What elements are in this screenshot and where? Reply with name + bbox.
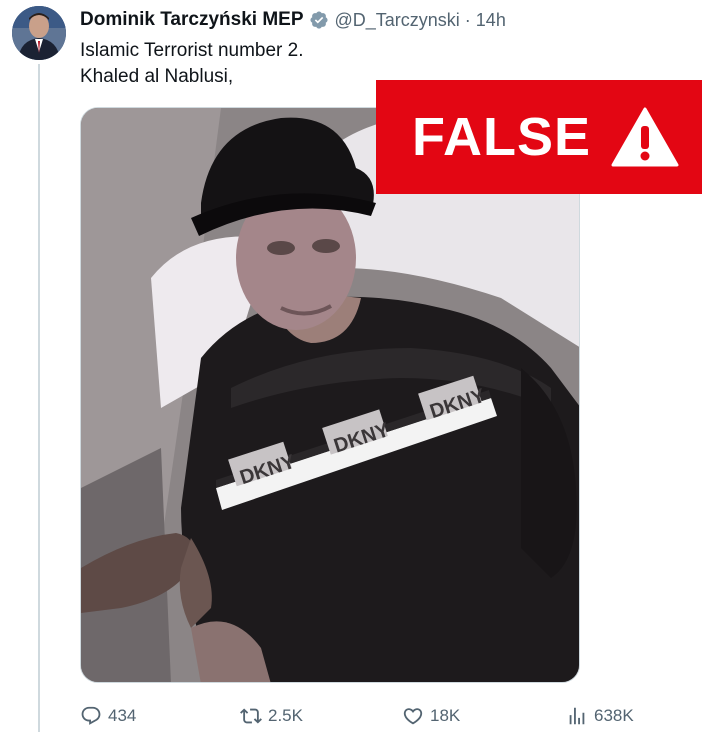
tweet-line-1: Islamic Terrorist number 2.: [80, 40, 304, 61]
thread-line: [38, 64, 40, 732]
views-chart-icon: [569, 707, 585, 725]
reply-icon: [81, 706, 101, 725]
like-button[interactable]: 18K: [402, 703, 460, 729]
heart-icon: [403, 708, 423, 725]
repost-icon: [240, 708, 262, 724]
reply-button[interactable]: 434: [80, 703, 136, 729]
like-count: 18K: [430, 706, 461, 725]
author-name[interactable]: Dominik Tarczyński MEP: [80, 9, 304, 31]
tweet-actions: 434 2.5K 18K 638K: [80, 703, 660, 729]
repost-count: 2.5K: [268, 706, 303, 725]
author-handle[interactable]: @D_Tarczynski: [335, 10, 460, 31]
avatar-image: [12, 6, 66, 60]
verified-badge-icon[interactable]: [309, 10, 329, 30]
false-fact-check-badge: FALSE: [376, 80, 702, 194]
tweet-line-2: Khaled al Nablusi,: [80, 66, 234, 87]
tweet-header: Dominik Tarczyński MEP @D_Tarczynski · 1…: [80, 8, 506, 32]
photo-image: DKNY DKNY DKNY: [81, 108, 579, 682]
false-label: FALSE: [412, 107, 592, 167]
separator-dot: ·: [464, 9, 471, 30]
timestamp[interactable]: 14h: [476, 10, 506, 31]
reply-count: 434: [108, 706, 137, 725]
views-button[interactable]: 638K: [566, 703, 634, 729]
view-count: 638K: [594, 706, 634, 725]
tweet-text: Islamic Terrorist number 2. Khaled al Na…: [80, 38, 304, 90]
warning-triangle-icon: [611, 107, 679, 167]
repost-button[interactable]: 2.5K: [240, 703, 303, 729]
avatar[interactable]: [12, 6, 66, 60]
